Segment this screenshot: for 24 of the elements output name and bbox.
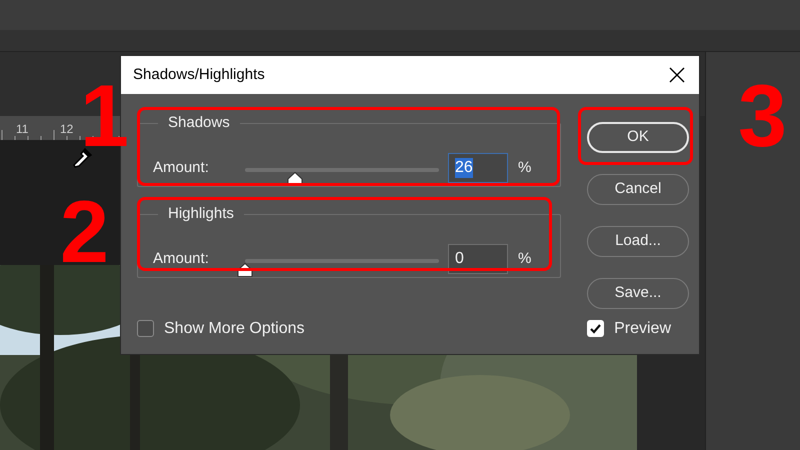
unit-label: % [518,248,532,269]
amount-label: Amount: [153,158,210,178]
eyedropper-icon [70,146,94,170]
step-number: 1 [80,84,129,148]
ruler-label: 11 [16,123,28,135]
dialog-button[interactable]: OK [587,122,689,153]
group-title: Highlights [158,205,244,223]
dialog-button[interactable]: Save... [587,278,689,309]
amount-label: Amount: [153,248,210,269]
amount-field[interactable]: 0 [448,244,508,274]
ruler-label: 12 [60,123,74,135]
amount-field[interactable]: 26 [448,153,508,183]
window-title: Shadows/Highlights [133,64,265,85]
unit-label: % [518,158,532,178]
checkbox[interactable] [587,320,604,337]
step-number: 3 [738,84,787,148]
checkbox[interactable] [137,320,154,337]
slider-thumb[interactable] [237,263,253,277]
close-icon [669,67,685,83]
dialog-button[interactable]: Cancel [587,174,689,205]
checkbox-label: Preview [614,318,671,338]
dialog-button[interactable]: Load... [587,226,689,257]
step-number: 2 [60,200,109,264]
checkbox-label: Show More Options [164,318,305,338]
